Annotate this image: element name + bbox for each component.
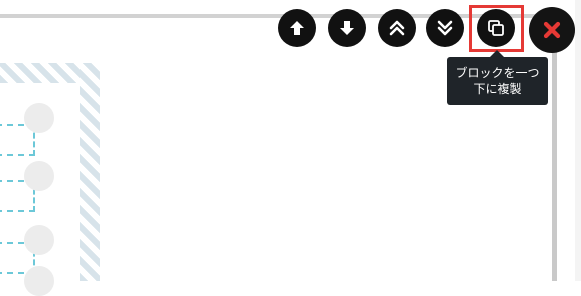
- tooltip-line-1: ブロックを一つ: [455, 66, 540, 80]
- tooltip: ブロックを一つ 下に複製: [447, 57, 548, 105]
- arrow-up-icon: [290, 21, 304, 35]
- scrollbar-track[interactable]: [575, 0, 581, 281]
- block-handle-circle-1[interactable]: [24, 103, 54, 133]
- double-chevron-down-icon: [437, 20, 453, 36]
- editor-frame-right-border: [552, 14, 557, 281]
- block-handle-circle-3[interactable]: [24, 225, 54, 255]
- move-to-bottom-button[interactable]: [426, 9, 464, 47]
- block-handle-circle-4[interactable]: [24, 266, 54, 296]
- move-up-button[interactable]: [278, 9, 316, 47]
- close-icon: [543, 21, 561, 39]
- double-chevron-up-icon: [389, 20, 405, 36]
- move-down-button[interactable]: [328, 9, 366, 47]
- block-handle-circle-2[interactable]: [24, 161, 54, 191]
- tooltip-line-2: 下に複製: [473, 82, 522, 96]
- move-to-top-button[interactable]: [378, 9, 416, 47]
- arrow-down-icon: [340, 21, 354, 35]
- highlight-box: [469, 5, 524, 52]
- delete-block-button[interactable]: [529, 7, 575, 53]
- tooltip-arrow: [490, 50, 504, 57]
- block-hatch-border-right: [80, 63, 100, 281]
